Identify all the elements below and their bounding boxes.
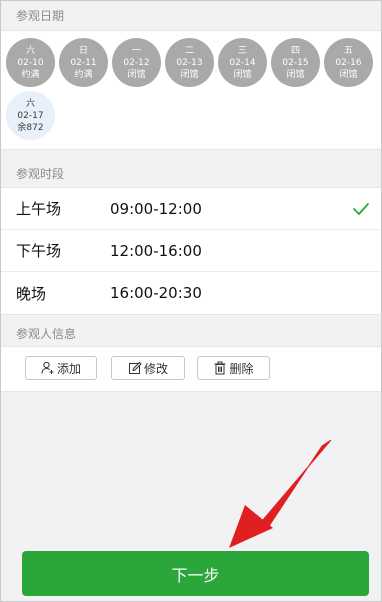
next-step-label: 下一步 [171, 565, 220, 585]
date-day: 02-17 [17, 110, 44, 121]
section-title-date: 参观日期 [16, 8, 65, 23]
date-status: 闭馆 [286, 69, 305, 80]
delete-visitor-button[interactable]: 删除 [197, 356, 270, 380]
edit-visitor-button[interactable]: 修改 [111, 356, 185, 380]
date-option[interactable]: 三 02-14 闭馆 [218, 38, 267, 87]
date-status: 闭馆 [233, 69, 252, 80]
date-day: 02-16 [335, 57, 362, 68]
date-day: 02-11 [70, 57, 97, 68]
slot-name: 晚场 [16, 284, 47, 303]
date-day: 02-12 [123, 57, 150, 68]
section-title-slot: 参观时段 [16, 166, 65, 181]
slot-time: 12:00-16:00 [110, 241, 202, 260]
edit-visitor-label: 修改 [143, 361, 168, 376]
trash-icon [214, 361, 226, 375]
date-status: 闭馆 [180, 69, 199, 80]
edit-icon [128, 361, 142, 374]
date-option[interactable]: 四 02-15 闭馆 [271, 38, 320, 87]
date-weekday: 日 [78, 45, 88, 56]
section-header-visitor: 参观人信息 [0, 318, 382, 348]
slot-time: 16:00-20:30 [110, 284, 202, 302]
section-header-date: 参观日期 [0, 0, 382, 30]
add-person-icon [41, 361, 54, 374]
check-icon [353, 203, 369, 215]
date-day: 02-13 [176, 57, 203, 68]
date-option[interactable]: 六 02-10 约满 [6, 38, 55, 87]
date-weekday: 一 [131, 45, 141, 56]
date-option[interactable]: 一 02-12 闭馆 [112, 38, 161, 87]
section-header-slot: 参观时段 [0, 158, 382, 188]
date-status: 闭馆 [127, 69, 146, 80]
date-option[interactable]: 日 02-11 约满 [59, 38, 108, 87]
date-status: 约满 [74, 69, 93, 80]
time-slot-row[interactable]: 上午场 09:00-12:00 [0, 188, 382, 230]
delete-visitor-label: 删除 [229, 361, 254, 376]
add-visitor-label: 添加 [56, 361, 81, 376]
slot-name: 上午场 [16, 200, 62, 218]
date-status: 闭馆 [339, 69, 358, 80]
add-visitor-button[interactable]: 添加 [25, 356, 97, 380]
date-weekday: 五 [343, 45, 353, 56]
date-weekday: 二 [184, 45, 194, 56]
date-weekday: 三 [237, 45, 247, 56]
slot-name: 下午场 [16, 242, 62, 260]
date-weekday: 四 [290, 45, 300, 56]
date-option-available[interactable]: 六 02-17 余872 [6, 91, 55, 140]
date-option[interactable]: 五 02-16 闭馆 [324, 38, 373, 87]
date-day: 02-15 [282, 57, 309, 68]
time-slot-panel: 上午场 09:00-12:00 下午场 12:00-16:00 晚场 16:00… [0, 187, 382, 315]
section-title-visitor: 参观人信息 [16, 326, 77, 341]
date-status: 约满 [21, 69, 40, 80]
next-step-button[interactable]: 下一步 [22, 551, 369, 596]
visitor-actions-panel: 添加 修改 删除 [0, 346, 382, 392]
date-option[interactable]: 二 02-13 闭馆 [165, 38, 214, 87]
date-day: 02-14 [229, 57, 256, 68]
slot-time: 09:00-12:00 [110, 199, 202, 218]
time-slot-row[interactable]: 晚场 16:00-20:30 [0, 272, 382, 314]
date-day: 02-10 [17, 57, 44, 68]
date-weekday: 六 [25, 45, 35, 56]
date-selector-panel: 六 02-10 约满 日 02-11 约满 一 02-12 闭馆 二 02-13… [0, 30, 382, 150]
time-slot-row[interactable]: 下午场 12:00-16:00 [0, 230, 382, 272]
date-weekday: 六 [25, 98, 35, 109]
date-status: 余872 [17, 122, 44, 133]
